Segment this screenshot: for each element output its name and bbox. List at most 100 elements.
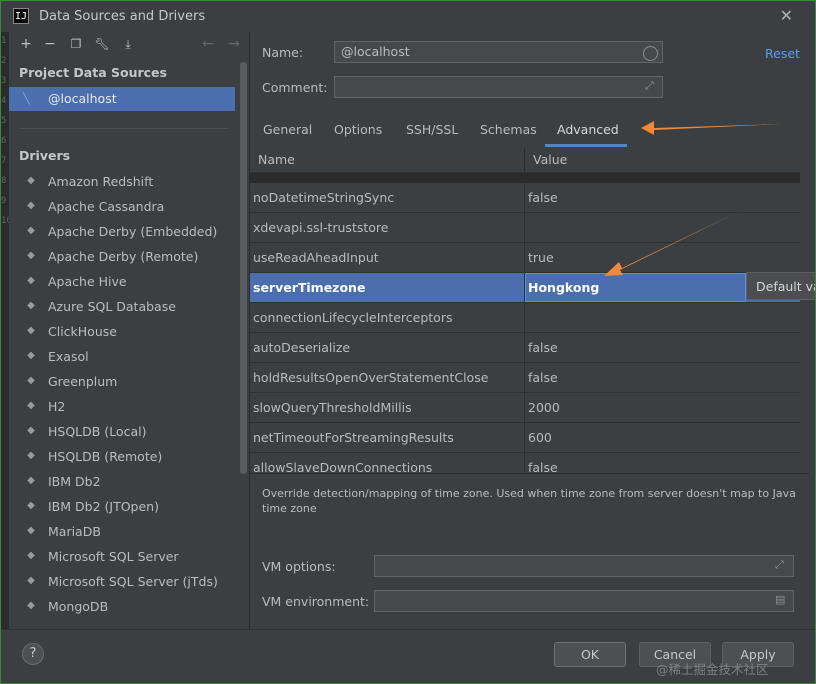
driver-item[interactable]: ◆ HSQLDB (Remote) — [9, 444, 235, 469]
expand-icon[interactable]: ⤢ — [775, 558, 784, 572]
driver-item[interactable]: ◆ Apache Cassandra — [9, 194, 235, 219]
browse-icon[interactable]: ▤ — [775, 593, 785, 606]
comment-field[interactable]: ⤢ — [334, 76, 663, 98]
name-label: Name: — [262, 45, 304, 60]
data-source-item[interactable]: ╲ @localhost — [9, 87, 235, 111]
driver-label: MongoDB — [48, 599, 109, 614]
property-value[interactable]: false — [528, 460, 558, 472]
window-title: Data Sources and Drivers — [39, 9, 206, 24]
line-number: 9 — [1, 196, 7, 206]
driver-item[interactable]: ◆ H2 — [9, 394, 235, 419]
derby-icon: ◆ — [27, 225, 35, 236]
table-row[interactable]: netTimeoutForStreamingResults 600 — [250, 423, 800, 453]
property-value[interactable]: false — [528, 370, 558, 385]
help-button[interactable]: ? — [22, 643, 44, 665]
driver-item[interactable]: ◆ Apache Hive — [9, 269, 235, 294]
import-icon[interactable]: ⤓ — [119, 35, 137, 53]
name-value: @localhost — [341, 44, 410, 59]
driver-item[interactable]: ◆ Microsoft SQL Server — [9, 544, 235, 569]
property-name: serverTimezone — [253, 280, 366, 295]
vm-environment-field[interactable]: ▤ — [374, 590, 794, 612]
property-value[interactable]: true — [528, 250, 554, 265]
drivers-title: Drivers — [19, 148, 71, 163]
cell-divider — [524, 423, 525, 452]
column-divider[interactable] — [524, 148, 525, 172]
driver-item[interactable]: ◆ Azure SQL Database — [9, 294, 235, 319]
color-circle-icon[interactable] — [643, 46, 658, 61]
ok-button[interactable]: OK — [554, 642, 626, 667]
table-row[interactable]: serverTimezone Hongkong — [250, 273, 800, 303]
editor-gutter: 1 2 3 4 5 6 7 8 9 10 — [1, 32, 12, 632]
greenplum-icon: ◆ — [27, 375, 35, 386]
forward-arrow-icon[interactable]: → — [225, 35, 243, 53]
value-editor[interactable]: Hongkong — [525, 273, 746, 302]
tab-schemas[interactable]: Schemas — [480, 122, 537, 137]
remove-icon[interactable]: − — [41, 35, 59, 53]
property-value[interactable]: false — [528, 190, 558, 205]
driver-item[interactable]: ◆ IBM Db2 — [9, 469, 235, 494]
table-row[interactable]: allowSlaveDownConnections false — [250, 453, 800, 472]
project-data-sources-title: Project Data Sources — [19, 65, 167, 80]
close-icon[interactable]: ✕ — [780, 6, 793, 25]
data-sources-dialog: IJ Data Sources and Drivers ✕ 1 2 3 4 5 … — [0, 0, 816, 684]
driver-label: Apache Cassandra — [48, 199, 165, 214]
line-number: 8 — [1, 176, 7, 186]
table-row[interactable]: xdevapi.ssl-truststore — [250, 213, 800, 243]
property-value[interactable]: 600 — [528, 430, 552, 445]
mongodb-icon: ◆ — [27, 600, 35, 611]
back-arrow-icon[interactable]: ← — [199, 35, 217, 53]
table-scrollbar[interactable] — [800, 148, 809, 472]
title-bar[interactable]: IJ Data Sources and Drivers ✕ — [1, 1, 815, 32]
line-number: 3 — [1, 76, 7, 86]
divider — [250, 473, 810, 474]
datasource-icon: ╲ — [23, 92, 30, 105]
comment-label: Comment: — [262, 80, 328, 95]
db2-icon: ◆ — [27, 475, 35, 486]
driver-item[interactable]: ◆ Apache Derby (Remote) — [9, 244, 235, 269]
table-row[interactable]: autoDeserialize false — [250, 333, 800, 363]
vm-options-field[interactable]: ⤢ — [374, 555, 794, 577]
table-row[interactable]: noDatetimeStringSync false — [250, 183, 800, 213]
tab-general[interactable]: General — [263, 122, 312, 137]
driver-label: Apache Hive — [48, 274, 127, 289]
property-value[interactable]: false — [528, 340, 558, 355]
table-row[interactable]: holdResultsOpenOverStatementClose false — [250, 363, 800, 393]
driver-item[interactable]: ◆ Apache Derby (Embedded) — [9, 219, 235, 244]
derby-icon: ◆ — [27, 250, 35, 261]
add-icon[interactable]: + — [17, 35, 35, 53]
column-header-value[interactable]: Value — [533, 152, 567, 167]
tab-options[interactable]: Options — [334, 122, 382, 137]
expand-icon[interactable]: ⤢ — [645, 79, 654, 93]
driver-item[interactable]: ◆ Greenplum — [9, 369, 235, 394]
hive-icon: ◆ — [27, 275, 35, 286]
table-row[interactable]: slowQueryThresholdMillis 2000 — [250, 393, 800, 423]
reset-link[interactable]: Reset — [765, 46, 800, 61]
vm-options-label: VM options: — [262, 559, 336, 574]
table-row[interactable]: connectionLifecycleInterceptors — [250, 303, 800, 333]
column-header-name[interactable]: Name — [258, 152, 295, 167]
property-name: allowSlaveDownConnections — [253, 460, 433, 472]
driver-item[interactable]: ◆ IBM Db2 (JTOpen) — [9, 494, 235, 519]
driver-item[interactable]: ◆ Exasol — [9, 344, 235, 369]
driver-label: Microsoft SQL Server — [48, 549, 179, 564]
driver-item[interactable]: ◆ Amazon Redshift — [9, 169, 235, 194]
duplicate-icon[interactable]: ❐ — [67, 35, 85, 53]
properties-table: noDatetimeStringSync false xdevapi.ssl-tru… — [250, 148, 800, 472]
intellij-icon: IJ — [13, 8, 29, 24]
driver-item[interactable]: ◆ MongoDB — [9, 594, 235, 619]
scrollbar[interactable] — [240, 62, 247, 474]
driver-item[interactable]: ◆ HSQLDB (Local) — [9, 419, 235, 444]
driver-item[interactable]: ◆ MariaDB — [9, 519, 235, 544]
driver-item[interactable]: ◆ Microsoft SQL Server (jTds) — [9, 569, 235, 594]
tooltip: Default val — [746, 272, 815, 300]
driver-item[interactable]: ◆ ClickHouse — [9, 319, 235, 344]
property-value[interactable]: 2000 — [528, 400, 560, 415]
driver-label: ClickHouse — [48, 324, 117, 339]
tab-advanced[interactable]: Advanced — [557, 122, 619, 137]
name-field[interactable]: @localhost — [334, 41, 663, 63]
wrench-icon[interactable]: 🔧︎ — [93, 35, 111, 53]
tab-ssh-ssl[interactable]: SSH/SSL — [406, 122, 458, 137]
exasol-icon: ◆ — [27, 350, 35, 361]
table-header: Name Value — [250, 148, 800, 173]
table-row[interactable]: useReadAheadInput true — [250, 243, 800, 273]
